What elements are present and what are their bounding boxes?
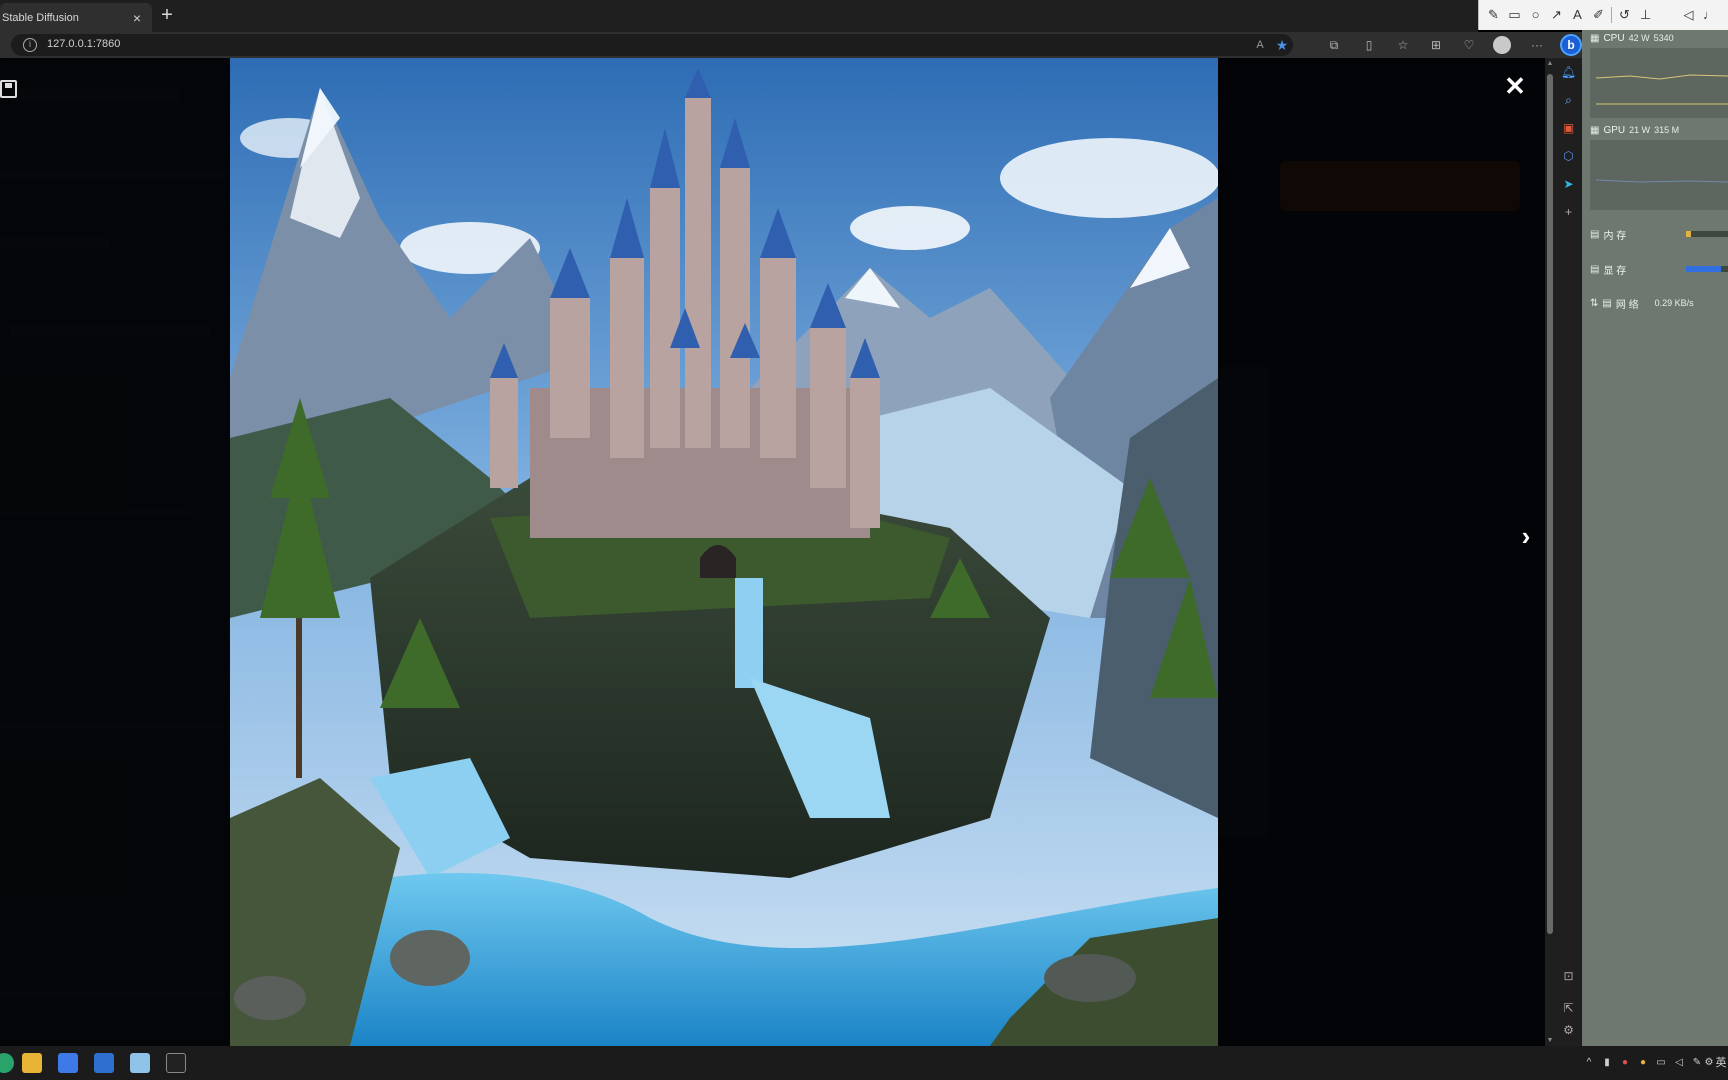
vram-row: ▤ 显 存 — [1590, 261, 1626, 277]
settings-gear-icon[interactable]: ⚙ — [1560, 1022, 1577, 1039]
favorite-star-icon[interactable]: ★ — [1274, 37, 1290, 53]
input-method-indicator[interactable]: 英 — [1714, 1056, 1728, 1070]
taskbar: ^ ▮ ● ● ▭ ◁ ✎ ⚙ 英 — [0, 1046, 1728, 1080]
tab-title: Stable Diffusion — [2, 11, 79, 24]
save-icon[interactable] — [0, 80, 17, 98]
notepad-taskbar-icon[interactable] — [130, 1053, 150, 1073]
undo-icon[interactable]: ↺ — [1616, 6, 1633, 24]
external-link-icon[interactable]: ⇱ — [1560, 1000, 1577, 1017]
more-menu-icon[interactable]: ··· — [1528, 36, 1546, 54]
terminal-taskbar-icon[interactable] — [166, 1053, 186, 1073]
copilot-icon[interactable]: b — [1560, 34, 1582, 56]
network-row: ⇅ ▤ 网 络 0.29 KB/s — [1590, 295, 1694, 311]
memory-icon: ▤ — [1590, 228, 1600, 240]
tray-record-icon[interactable]: ● — [1618, 1056, 1632, 1070]
vram-bar — [1686, 266, 1728, 272]
favorites-icon[interactable]: ☆ — [1394, 36, 1412, 54]
collections-icon[interactable]: ⊞ — [1427, 36, 1445, 54]
next-image-button[interactable]: › — [1517, 523, 1535, 550]
tray-overflow-icon[interactable]: ^ — [1582, 1056, 1596, 1070]
edge-sidebar: 🔔︎ ⌕ ▣ ⬡ ➤ + ⊡ ⇱ ⚙ — [1555, 58, 1582, 1046]
app-taskbar-icon[interactable] — [94, 1053, 114, 1073]
cpu-graph-line — [1595, 74, 1728, 105]
edge-browser-taskbar-icon[interactable] — [0, 1053, 14, 1073]
scroll-down-icon[interactable]: ▼ — [1546, 1037, 1554, 1044]
marker-icon[interactable]: ✐ — [1590, 6, 1607, 24]
browser-tab[interactable]: Stable Diffusion × — [0, 3, 152, 32]
network-label: 网 络 — [1615, 299, 1639, 311]
text-icon[interactable]: A — [1569, 6, 1586, 24]
page-scrollbar[interactable]: ▲ ▼ — [1545, 58, 1555, 1046]
vram-label: 显 存 — [1603, 265, 1627, 277]
add-sidebar-app-icon[interactable]: + — [1560, 204, 1577, 221]
lightbox-image[interactable] — [230, 58, 1218, 1046]
memory-row: ▤ 内 存 — [1590, 226, 1626, 242]
microphone-icon[interactable]: ♩ — [1701, 6, 1718, 24]
cpu-graph — [1590, 48, 1728, 118]
system-monitor-widget: ▦ CPU 42 W 5340 ▦ GPU 21 W 315 M ▤ 内 存 ▤… — [1582, 30, 1728, 1046]
profile-avatar[interactable] — [1493, 36, 1511, 54]
tray-app-icon[interactable]: ● — [1636, 1056, 1650, 1070]
gpu-label: GPU — [1603, 124, 1626, 136]
url-text[interactable]: 127.0.0.1:7860 — [47, 38, 120, 50]
feishu-taskbar-icon[interactable] — [58, 1053, 78, 1073]
site-info-icon[interactable]: i — [23, 38, 37, 52]
castle-landscape-image — [230, 58, 1218, 1046]
cpu-chip-icon: ▦ — [1590, 32, 1600, 44]
browser-essentials-icon[interactable]: ♡ — [1460, 36, 1478, 54]
extensions-icon[interactable]: ⧉ — [1325, 36, 1343, 54]
office-icon[interactable]: ⬡ — [1560, 148, 1577, 165]
scroll-up-icon[interactable]: ▲ — [1546, 60, 1554, 67]
cpu-power: 42 W — [1628, 33, 1650, 43]
vram-bar-fill — [1686, 266, 1721, 272]
notification-bell-icon[interactable]: 🔔︎ — [1560, 64, 1577, 81]
gpu-graph-line — [1595, 179, 1728, 183]
close-lightbox-button[interactable]: ✕ — [1503, 73, 1527, 99]
file-explorer-taskbar-icon[interactable] — [22, 1053, 42, 1073]
memory-label: 内 存 — [1603, 230, 1627, 242]
read-aloud-icon[interactable]: A — [1252, 37, 1268, 53]
gpu-graph — [1590, 140, 1728, 210]
tools-icon[interactable]: ▣ — [1560, 120, 1577, 137]
memory-bar — [1686, 231, 1728, 237]
scrollbar-thumb[interactable] — [1547, 74, 1553, 934]
pen-icon[interactable]: ✎ — [1485, 6, 1502, 24]
split-screen-icon[interactable]: ▯ — [1360, 36, 1378, 54]
gpu-row: ▦ GPU 21 W 315 M — [1590, 122, 1679, 138]
tray-volume-icon[interactable]: ◁ — [1672, 1056, 1686, 1070]
cpu-row: ▦ CPU 42 W 5340 — [1590, 30, 1674, 46]
browser-tab-strip: Stable Diffusion × + — [0, 0, 1478, 32]
address-bar[interactable]: i 127.0.0.1:7860 A ★ — [11, 34, 1293, 56]
pin-icon[interactable]: ⊥ — [1637, 6, 1654, 24]
screen-cast-icon[interactable]: ⊡ — [1560, 968, 1577, 985]
memory-bar-fill — [1686, 231, 1691, 237]
gpu-power: 21 W — [1629, 125, 1651, 135]
ellipse-icon[interactable]: ○ — [1527, 6, 1544, 24]
network-arrows-icon: ⇅ — [1590, 297, 1599, 309]
gpu-freq: 315 M — [1654, 125, 1680, 135]
cpu-freq: 5340 — [1653, 33, 1674, 43]
network-icon: ▤ — [1602, 297, 1612, 309]
annotation-toolbar: ✎ ▭ ○ ↗ A ✐ ↺ ⊥ ◁ ♩ — [1478, 0, 1728, 30]
tray-network-icon[interactable]: ▭ — [1654, 1056, 1668, 1070]
speaker-icon[interactable]: ◁ — [1680, 6, 1697, 24]
new-tab-button[interactable]: + — [156, 5, 178, 27]
tray-app-icon[interactable]: ▮ — [1600, 1056, 1614, 1070]
tab-close-icon[interactable]: × — [128, 10, 146, 26]
gpu-chip-icon: ▦ — [1590, 124, 1600, 136]
address-bar-row: i 127.0.0.1:7860 A ★ ⧉ ▯ ☆ ⊞ ♡ ··· — [0, 32, 1582, 58]
cpu-label: CPU — [1603, 32, 1625, 44]
toolbar-divider — [1611, 7, 1612, 23]
telegram-icon[interactable]: ➤ — [1560, 176, 1577, 193]
rectangle-icon[interactable]: ▭ — [1506, 6, 1523, 24]
webpage: ✕ › — [0, 58, 1545, 1046]
search-icon[interactable]: ⌕ — [1560, 92, 1577, 109]
arrow-icon[interactable]: ↗ — [1548, 6, 1565, 24]
network-speed: 0.29 KB/s — [1654, 298, 1694, 308]
vram-icon: ▤ — [1590, 263, 1600, 275]
